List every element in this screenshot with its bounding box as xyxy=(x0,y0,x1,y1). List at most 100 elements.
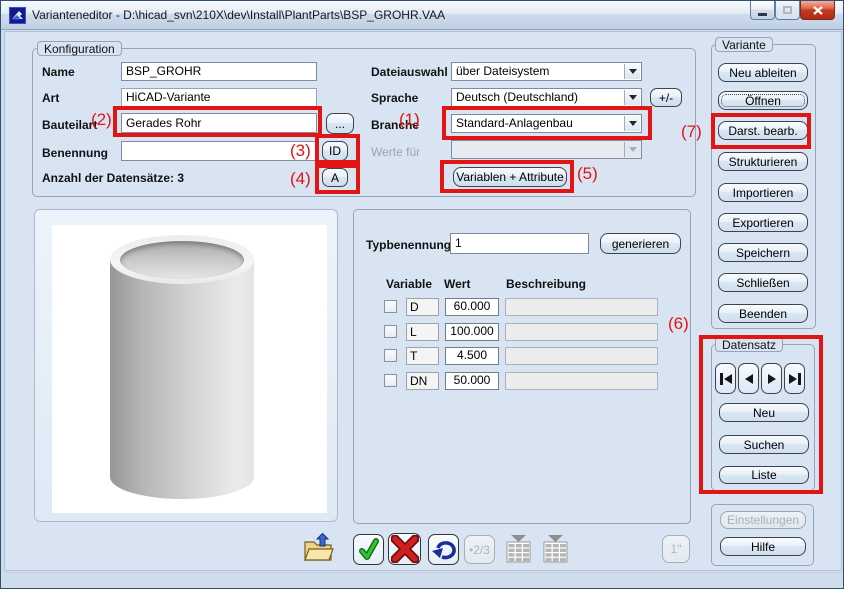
col-header-wert: Wert xyxy=(444,277,470,291)
art-label: Art xyxy=(42,91,59,105)
preview-panel xyxy=(34,209,338,522)
cylinder-body xyxy=(110,259,254,499)
importieren-button[interactable]: Importieren xyxy=(718,183,808,202)
variable-checkbox[interactable] xyxy=(384,374,397,387)
annotation-box-2 xyxy=(113,106,322,137)
dropdown-arrow-icon[interactable] xyxy=(624,64,640,79)
speichern-button[interactable]: Speichern xyxy=(718,243,808,262)
typ-group xyxy=(353,209,691,524)
variable-wert-field[interactable]: 50.000 xyxy=(445,372,499,390)
variable-checkbox[interactable] xyxy=(384,349,397,362)
variable-name: D xyxy=(406,298,439,316)
plus-minus-button[interactable]: +/- xyxy=(650,88,682,107)
variable-name: DN xyxy=(406,372,439,390)
minimize-button[interactable] xyxy=(750,1,775,20)
variable-name: T xyxy=(406,347,439,365)
variant-editor-window: Varianteneditor - D:\hicad_svn\210X\dev\… xyxy=(0,0,844,589)
preview-image xyxy=(52,225,327,513)
sprache-combo[interactable]: Deutsch (Deutschland) xyxy=(451,88,642,107)
apply-check-icon xyxy=(357,538,381,562)
inch-button: 1" xyxy=(662,535,690,563)
typbenennung-label: Typbenennung xyxy=(366,238,451,252)
name-field[interactable]: BSP_GROHR xyxy=(121,62,317,81)
annotation-box-6 xyxy=(699,335,823,494)
table-grid-button-1 xyxy=(503,532,534,564)
annotation-box-7 xyxy=(711,113,811,149)
benennung-field[interactable] xyxy=(121,141,317,161)
maximize-icon xyxy=(783,6,792,14)
sprache-label: Sprache xyxy=(371,91,418,105)
pages-icon: •2/3 xyxy=(469,543,490,557)
typbenennung-field[interactable]: 1 xyxy=(450,233,589,254)
name-label: Name xyxy=(42,65,75,79)
variable-beschreibung-field xyxy=(505,298,658,316)
window-frame-bottom xyxy=(4,572,842,586)
sprache-value: Deutsch (Deutschland) xyxy=(456,90,578,105)
annotation-label-1: (1) xyxy=(399,110,420,130)
window-title: Varianteneditor - D:\hicad_svn\210X\dev\… xyxy=(32,1,445,30)
minimize-icon xyxy=(758,13,767,16)
annotation-box-3 xyxy=(315,134,360,164)
variable-wert-field[interactable]: 100.000 xyxy=(445,323,499,341)
title-bar: Varianteneditor - D:\hicad_svn\210X\dev\… xyxy=(1,1,843,30)
einstellungen-button: Einstellungen xyxy=(720,511,806,529)
werte-fuer-combo xyxy=(451,140,642,159)
maximize-button xyxy=(775,1,800,20)
beenden-button[interactable]: Beenden xyxy=(718,304,808,323)
oeffnen-button[interactable]: Öffnen xyxy=(718,91,808,110)
annotation-label-7: (7) xyxy=(681,122,702,142)
konfiguration-group-label: Konfiguration xyxy=(37,41,122,56)
dropdown-arrow-icon xyxy=(624,142,640,157)
dateiauswahl-value: über Dateisystem xyxy=(456,64,549,79)
variable-checkbox[interactable] xyxy=(384,300,397,313)
variante-group-label: Variante xyxy=(715,37,773,52)
undo-button[interactable] xyxy=(428,534,459,565)
variable-checkbox[interactable] xyxy=(384,325,397,338)
undo-icon xyxy=(431,538,457,562)
exportieren-button[interactable]: Exportieren xyxy=(718,213,808,232)
benennung-label: Benennung xyxy=(42,146,108,160)
variable-beschreibung-field xyxy=(505,323,658,341)
variable-beschreibung-field xyxy=(505,347,658,365)
annotation-label-3: (3) xyxy=(290,141,311,161)
inch-label: 1" xyxy=(671,542,682,556)
annotation-label-2: (2) xyxy=(91,110,112,130)
anzahl-datensaetze-text: Anzahl der Datensätze: 3 xyxy=(42,171,184,185)
close-icon xyxy=(813,6,823,15)
dateiauswahl-label: Dateiauswahl xyxy=(371,65,448,79)
neu-ableiten-button[interactable]: Neu ableiten xyxy=(718,63,808,82)
art-field: HiCAD-Variante xyxy=(121,88,317,107)
apply-button[interactable] xyxy=(353,534,384,565)
col-header-beschreibung: Beschreibung xyxy=(506,277,586,291)
bauteilart-label: Bauteilart xyxy=(42,118,97,132)
cancel-button[interactable] xyxy=(388,533,421,565)
bauteilart-browse-button[interactable]: ... xyxy=(326,113,354,134)
annotation-label-5: (5) xyxy=(577,164,598,184)
table-grid-button-2 xyxy=(540,532,571,564)
dropdown-arrow-icon[interactable] xyxy=(624,90,640,105)
app-icon xyxy=(9,7,26,24)
hilfe-button[interactable]: Hilfe xyxy=(720,537,806,556)
annotation-box-1 xyxy=(442,106,652,140)
table-grid-icon xyxy=(504,533,533,564)
folder-open-up-button[interactable] xyxy=(301,531,334,564)
generieren-button[interactable]: generieren xyxy=(600,233,681,254)
folder-open-up-icon xyxy=(302,532,334,564)
col-header-variable: Variable xyxy=(386,277,432,291)
cancel-x-icon xyxy=(391,535,419,563)
schliessen-button[interactable]: Schließen xyxy=(718,273,808,292)
annotation-label-4: (4) xyxy=(290,169,311,189)
annotation-box-4 xyxy=(315,164,360,194)
variable-wert-field[interactable]: 60.000 xyxy=(445,298,499,316)
annotation-box-5 xyxy=(440,160,574,193)
cylinder-hole xyxy=(120,241,244,279)
werte-fuer-label: Werte für xyxy=(371,145,420,159)
variable-beschreibung-field xyxy=(505,372,658,390)
close-button[interactable] xyxy=(800,1,835,20)
pages-button: •2/3 xyxy=(464,535,495,564)
variable-name: L xyxy=(406,323,439,341)
dateiauswahl-combo[interactable]: über Dateisystem xyxy=(451,62,642,81)
table-grid-icon xyxy=(541,533,570,564)
variable-wert-field[interactable]: 4.500 xyxy=(445,347,499,365)
strukturieren-button[interactable]: Strukturieren xyxy=(718,152,808,171)
